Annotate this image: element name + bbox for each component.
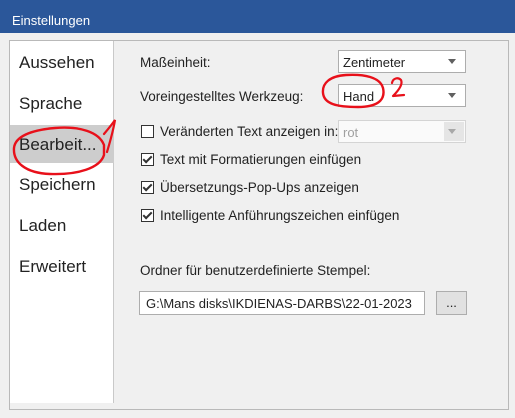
- browse-folder-button[interactable]: ...: [436, 291, 467, 315]
- unit-label: Maßeinheit:: [140, 55, 211, 70]
- sidebar-item-aussehen[interactable]: Aussehen: [10, 43, 114, 81]
- show-changed-text-checkbox[interactable]: [141, 125, 154, 138]
- window-title: Einstellungen: [12, 13, 91, 28]
- smart-quotes-checkbox[interactable]: [141, 209, 154, 222]
- sidebar-item-label: Speichern: [19, 175, 96, 194]
- sidebar-item-label: Aussehen: [19, 53, 95, 72]
- sidebar-item-label: Bearbeit...: [19, 135, 97, 154]
- show-changed-text-label: Veränderten Text anzeigen in:: [160, 124, 339, 139]
- changed-text-color-value: rot: [343, 125, 359, 140]
- chevron-down-icon: [448, 129, 456, 134]
- checkmark-icon: [142, 153, 153, 164]
- stamp-folder-input[interactable]: G:\Mans disks\IKDIENAS-DARBS\22-01-2023: [139, 291, 425, 315]
- chevron-down-icon: [448, 59, 456, 64]
- sidebar-item-label: Sprache: [19, 94, 83, 113]
- unit-dropdown[interactable]: Zentimeter: [338, 50, 466, 73]
- sidebar-item-label: Erweitert: [19, 257, 87, 276]
- browse-button-label: ...: [446, 295, 457, 310]
- chevron-down-icon: [448, 93, 456, 98]
- sidebar-item-bearbeiten[interactable]: Bearbeit...: [10, 125, 114, 163]
- paste-formatted-label: Text mit Formatierungen einfügen: [160, 152, 362, 167]
- translation-popups-checkbox[interactable]: [141, 181, 154, 194]
- settings-sidebar: Aussehen Sprache Bearbeit... Speichern L…: [10, 41, 114, 403]
- sidebar-item-speichern[interactable]: Speichern: [10, 165, 114, 203]
- default-tool-label: Voreingestelltes Werkzeug:: [140, 89, 304, 104]
- changed-text-color-dropdown[interactable]: rot: [338, 120, 466, 143]
- sidebar-item-erweitert[interactable]: Erweitert: [10, 247, 114, 285]
- window-titlebar: Einstellungen: [0, 0, 515, 33]
- translation-popups-label: Übersetzungs-Pop-Ups anzeigen: [160, 180, 359, 195]
- checkmark-icon: [142, 181, 153, 192]
- stamp-folder-label: Ordner für benutzerdefinierte Stempel:: [140, 263, 371, 278]
- checkmark-icon: [142, 209, 153, 220]
- settings-panel: Maßeinheit: Zentimeter Voreingestelltes …: [115, 41, 507, 403]
- sidebar-item-label: Laden: [19, 216, 67, 235]
- paste-formatted-checkbox[interactable]: [141, 153, 154, 166]
- default-tool-value: Hand: [343, 89, 375, 104]
- default-tool-dropdown[interactable]: Hand: [338, 84, 466, 107]
- unit-value: Zentimeter: [343, 55, 406, 70]
- smart-quotes-label: Intelligente Anführungszeichen einfügen: [160, 208, 400, 223]
- sidebar-item-sprache[interactable]: Sprache: [10, 84, 114, 122]
- stamp-folder-path: G:\Mans disks\IKDIENAS-DARBS\22-01-2023: [146, 296, 412, 311]
- sidebar-item-laden[interactable]: Laden: [10, 206, 114, 244]
